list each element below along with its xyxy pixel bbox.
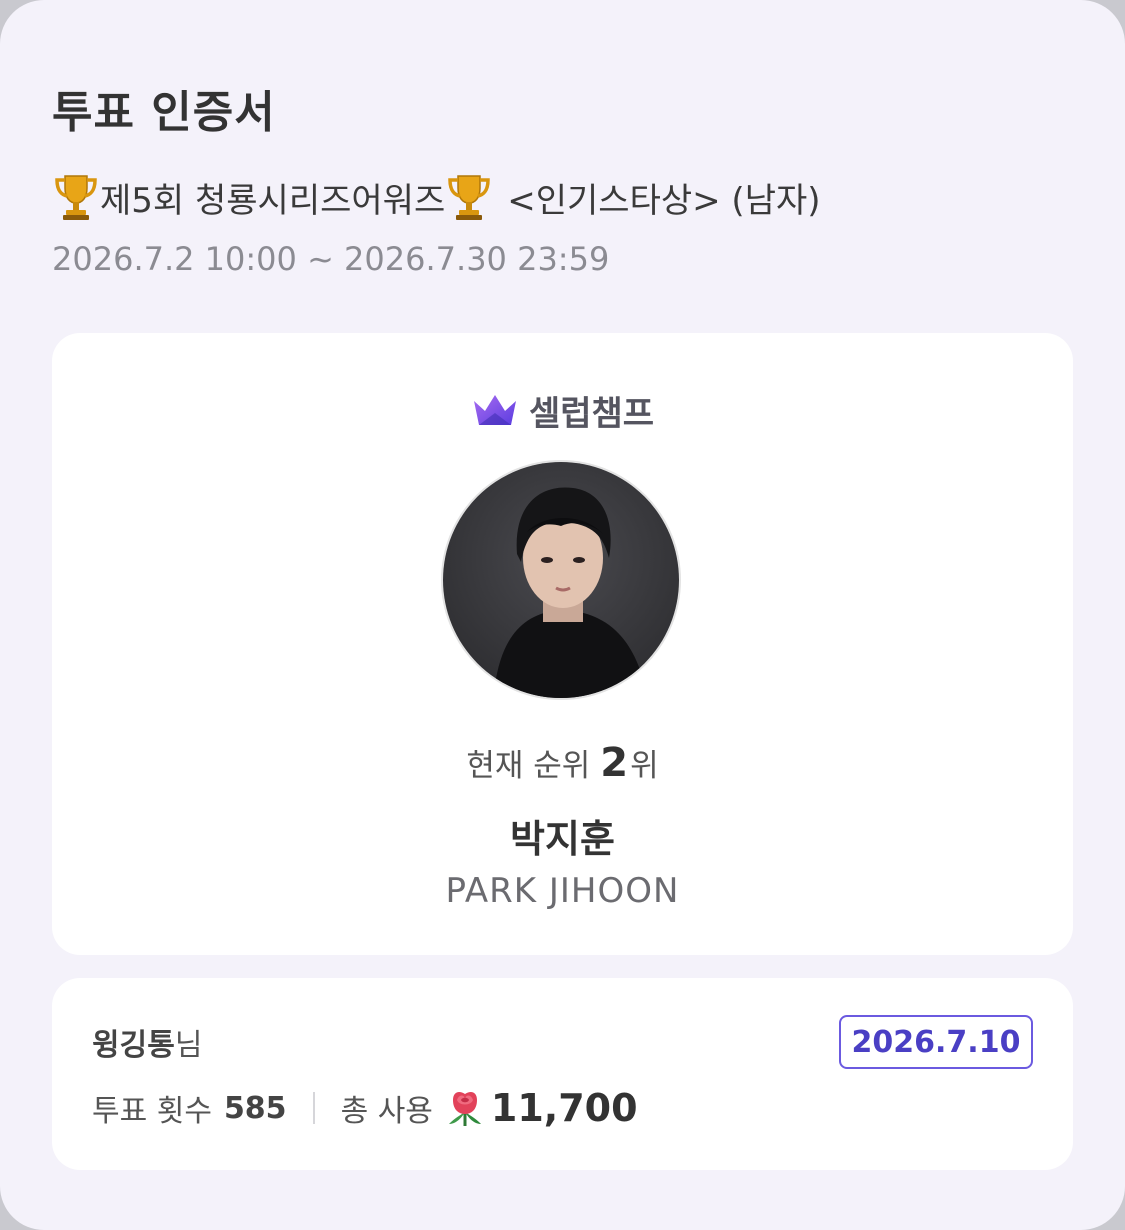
- event-name: 제5회 청룡시리즈어워즈 <인기스타상> (남자): [52, 172, 821, 222]
- rose-icon: [448, 1092, 481, 1126]
- vote-date-badge: 2026.7.10: [839, 1015, 1033, 1069]
- stats-divider: [312, 1092, 315, 1124]
- current-rank: 현재 순위 2위: [0, 740, 1125, 786]
- honorific: 님: [174, 1028, 203, 1063]
- vote-count: 585: [223, 1090, 287, 1126]
- user-nickname: 윙깅통님: [92, 1020, 202, 1064]
- crown-icon: [473, 394, 516, 425]
- event-title-text: 제5회 청룡시리즈어워즈: [100, 180, 446, 221]
- brand-name: 셀럽챔프: [528, 394, 655, 434]
- rank-suffix: 위: [630, 748, 659, 784]
- user-card: [52, 978, 1073, 1170]
- event-period: 2026.7.2 10:00 ~ 2026.7.30 23:59: [52, 240, 610, 278]
- nickname: 윙깅통: [92, 1028, 175, 1063]
- trophy-icon: [55, 175, 97, 220]
- total-used-value: 11,700: [490, 1086, 638, 1130]
- celeb-avatar: [441, 460, 681, 700]
- page-title: 투표 인증서: [52, 87, 276, 138]
- celeb-name-korean: 박지훈: [510, 817, 615, 861]
- total-used-label: 총 사용: [340, 1094, 433, 1129]
- event-category: <인기스타상> (남자): [507, 180, 821, 221]
- rank-value: 2: [600, 740, 629, 786]
- trophy-icon: [448, 175, 491, 220]
- brand-logo: 셀럽챔프: [0, 386, 1125, 435]
- vote-stats: 투표 횟수 585 총 사용 11,700: [92, 1086, 638, 1130]
- rank-label: 현재 순위: [466, 748, 591, 784]
- celeb-name-english: PARK JIHOON: [445, 871, 680, 911]
- vote-count-label: 투표 횟수: [92, 1094, 212, 1129]
